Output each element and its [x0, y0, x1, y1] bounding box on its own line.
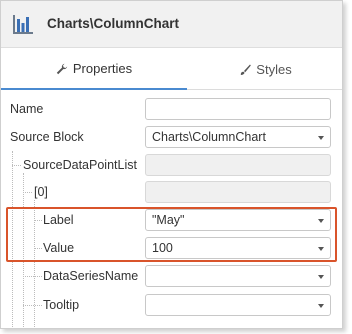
tab-properties-label: Properties — [72, 61, 133, 76]
property-label: [0] — [34, 185, 48, 199]
highlight-box — [6, 207, 337, 262]
tab-styles[interactable]: Styles — [187, 49, 342, 90]
source-block-select[interactable]: Charts\ColumnChart — [145, 126, 331, 148]
property-row-data-series-name: DataSeriesName — [1, 263, 342, 289]
tab-bar: Properties Styles — [1, 49, 342, 90]
property-row-index-0: [0] — [1, 179, 342, 205]
property-label: SourceDataPointList — [23, 158, 137, 172]
panel-header: Charts\ColumnChart — [1, 1, 342, 48]
property-row-tooltip: Tooltip — [1, 292, 342, 318]
page-title: Charts\ColumnChart — [47, 16, 180, 31]
source-data-point-list-field — [145, 154, 331, 176]
chevron-down-icon — [318, 136, 324, 140]
wrench-icon — [56, 63, 68, 74]
property-row-name: Name — [1, 96, 342, 122]
property-label: Tooltip — [43, 298, 80, 312]
source-block-value: Charts\ColumnChart — [152, 130, 266, 144]
brush-icon — [241, 64, 252, 75]
chevron-down-icon — [318, 304, 324, 308]
property-label: DataSeriesName — [43, 269, 139, 283]
property-row-source-data-point-list: SourceDataPointList — [1, 152, 342, 178]
tab-properties[interactable]: Properties — [1, 49, 187, 90]
name-input[interactable] — [145, 98, 331, 120]
properties-panel: Charts\ColumnChart Properties Styles Nam… — [0, 0, 343, 329]
data-series-name-select[interactable] — [145, 265, 331, 287]
index-0-field — [145, 181, 331, 203]
tooltip-select[interactable] — [145, 294, 331, 316]
tab-styles-label: Styles — [256, 62, 292, 77]
chevron-down-icon — [318, 275, 324, 279]
column-chart-icon — [13, 15, 33, 34]
property-label: Name — [10, 102, 44, 116]
property-row-source-block: Source Block Charts\ColumnChart — [1, 124, 342, 150]
property-label: Source Block — [10, 130, 84, 144]
